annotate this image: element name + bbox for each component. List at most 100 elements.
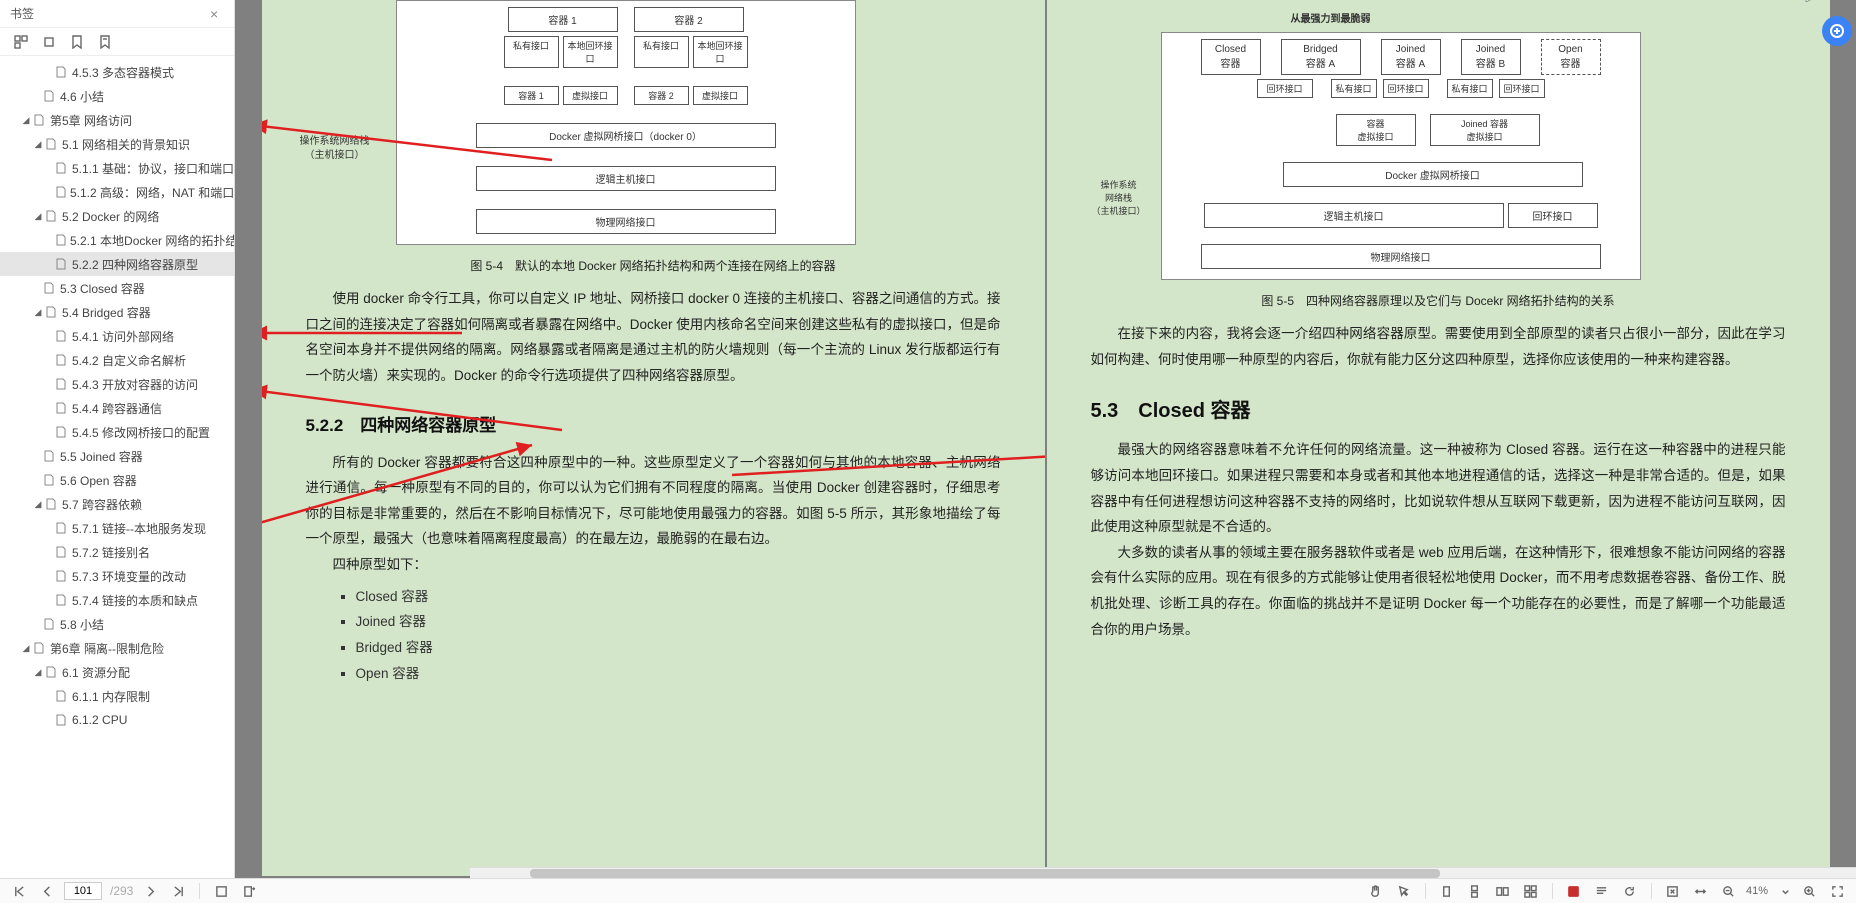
- two-page-icon[interactable]: [1492, 881, 1514, 901]
- tree-arrow-icon[interactable]: ◢: [20, 642, 32, 654]
- tree-item[interactable]: 5.4.1 访问外部网络: [0, 324, 234, 348]
- page-add-icon[interactable]: [238, 881, 260, 901]
- prev-page-button[interactable]: [36, 881, 58, 901]
- tree-item[interactable]: 5.7.3 环境变量的改动: [0, 564, 234, 588]
- bookmark-page-icon: [46, 210, 58, 222]
- scrollbar-thumb[interactable]: [530, 869, 1440, 878]
- tree-item[interactable]: ◢5.2 Docker 的网络: [0, 204, 234, 228]
- bookmark-page-icon: [46, 498, 58, 510]
- tree-item[interactable]: ◢6.1 资源分配: [0, 660, 234, 684]
- tree-item[interactable]: ◢5.4 Bridged 容器: [0, 300, 234, 324]
- two-page-continuous-icon[interactable]: [1520, 881, 1542, 901]
- bookmark-icon[interactable]: [70, 35, 84, 49]
- bookmark-page-icon: [34, 114, 46, 126]
- fit-page-icon[interactable]: [1662, 881, 1684, 901]
- bookmark-page-icon: [56, 546, 68, 558]
- tree-item[interactable]: 6.1.1 内存限制: [0, 684, 234, 708]
- first-page-button[interactable]: [8, 881, 30, 901]
- tree-arrow-icon[interactable]: ◢: [32, 210, 44, 222]
- assistant-badge-icon[interactable]: [1822, 16, 1852, 46]
- figure-caption: 图 5-5 四种网络容器原理以及它们与 Docekr 网络拓扑结构的关系: [1081, 292, 1796, 309]
- bookmark-alt-icon[interactable]: [98, 35, 112, 49]
- tree-item[interactable]: 5.4.2 自定义命名解析: [0, 348, 234, 372]
- select-tool-icon[interactable]: [1393, 881, 1415, 901]
- divider: [1651, 883, 1652, 899]
- tree-item[interactable]: 5.7.2 链接别名: [0, 540, 234, 564]
- dia-box: 逻辑主机接口: [1204, 203, 1504, 228]
- tree-arrow-icon[interactable]: ◢: [20, 114, 32, 126]
- close-icon[interactable]: ×: [210, 7, 224, 21]
- body-paragraph: 使用 docker 命令行工具，你可以自定义 IP 地址、网桥接口 docker…: [306, 286, 1001, 389]
- expand-all-icon[interactable]: [14, 35, 28, 49]
- tree-item[interactable]: 6.1.2 CPU: [0, 708, 234, 732]
- dia-box: 私有接口: [1447, 79, 1493, 98]
- dia-box: Closed 容器: [1201, 39, 1261, 75]
- tree-item[interactable]: 5.5 Joined 容器: [0, 444, 234, 468]
- tree-item[interactable]: ◢5.7 跨容器依赖: [0, 492, 234, 516]
- tree-item-label: 5.5 Joined 容器: [60, 448, 143, 465]
- tree-item[interactable]: ◢第5章 网络访问: [0, 108, 234, 132]
- tree-item[interactable]: 5.2.1 本地Docker 网络的拓扑结构: [0, 228, 234, 252]
- page-view-icon[interactable]: [210, 881, 232, 901]
- zoom-out-button[interactable]: [1718, 881, 1740, 901]
- tree-item[interactable]: 4.6 小结: [0, 84, 234, 108]
- tree-item-label: 5.1 网络相关的背景知识: [62, 136, 190, 153]
- zoom-in-button[interactable]: [1798, 881, 1820, 901]
- bookmark-page-icon: [56, 354, 68, 366]
- tree-item-label: 5.6 Open 容器: [60, 472, 137, 489]
- dia-box: Bridged 容器 A: [1281, 39, 1361, 75]
- bookmarks-tree[interactable]: 4.5.3 多态容器模式4.6 小结◢第5章 网络访问◢5.1 网络相关的背景知…: [0, 56, 234, 903]
- dia-box: 物理网络接口: [476, 209, 776, 234]
- fit-width-icon[interactable]: [1690, 881, 1712, 901]
- divider: [199, 883, 200, 899]
- bookmark-page-icon: [56, 258, 68, 270]
- tree-item[interactable]: 5.2.2 四种网络容器原型: [0, 252, 234, 276]
- tree-item[interactable]: 5.1.2 高级：网络，NAT 和端口转发: [0, 180, 234, 204]
- tree-item[interactable]: ◢ 5.1 网络相关的背景知识: [0, 132, 234, 156]
- bookmark-page-icon: [46, 666, 58, 678]
- tree-item-label: 5.8 小结: [60, 616, 104, 633]
- dia-box: 物理网络接口: [1201, 244, 1601, 269]
- fullscreen-icon[interactable]: [1826, 881, 1848, 901]
- tree-item[interactable]: 5.6 Open 容器: [0, 468, 234, 492]
- rotate-icon[interactable]: [1619, 881, 1641, 901]
- last-page-button[interactable]: [167, 881, 189, 901]
- horizontal-scrollbar[interactable]: [470, 867, 1856, 878]
- tree-arrow-icon[interactable]: ◢: [32, 666, 44, 678]
- tree-item[interactable]: 5.4.3 开放对容器的访问: [0, 372, 234, 396]
- divider: [1425, 883, 1426, 899]
- zoom-dropdown-icon[interactable]: [1774, 881, 1796, 901]
- tree-item-label: 5.1.1 基础：协议，接口和端口: [72, 160, 234, 177]
- next-page-button[interactable]: [139, 881, 161, 901]
- bookmark-page-icon: [46, 138, 58, 150]
- tree-item[interactable]: ◢第6章 隔离--限制危险: [0, 636, 234, 660]
- divider: [1552, 883, 1553, 899]
- bookmark-page-icon: [46, 306, 58, 318]
- pdf-mode-icon[interactable]: [1563, 881, 1585, 901]
- tree-item[interactable]: 5.4.4 跨容器通信: [0, 396, 234, 420]
- collapse-all-icon[interactable]: [42, 35, 56, 49]
- tree-item[interactable]: 4.5.3 多态容器模式: [0, 60, 234, 84]
- single-page-icon[interactable]: [1436, 881, 1458, 901]
- dia-box: Joined 容器 B: [1461, 39, 1521, 75]
- tree-arrow-icon[interactable]: ◢: [32, 498, 44, 510]
- dia-box: 私有接口: [1331, 79, 1377, 98]
- tree-item[interactable]: 5.1.1 基础：协议，接口和端口: [0, 156, 234, 180]
- tree-item[interactable]: 5.7.4 链接的本质和缺点: [0, 588, 234, 612]
- tree-item[interactable]: 5.8 小结: [0, 612, 234, 636]
- reflow-icon[interactable]: [1591, 881, 1613, 901]
- page-number-input[interactable]: [64, 882, 102, 900]
- figure-caption: 图 5-4 默认的本地 Docker 网络拓扑结构和两个连接在网络上的容器: [296, 257, 1011, 274]
- tree-item[interactable]: 5.7.1 链接--本地服务发现: [0, 516, 234, 540]
- document-viewport[interactable]: 操作系统网络栈 （主机接口） 容器 1 容器 2 私有接口 本地回环接口 私有接…: [235, 0, 1856, 878]
- tree-arrow-icon[interactable]: ◢: [32, 138, 44, 150]
- diagram-top-arrow: [1406, 0, 1826, 2]
- tree-item-label: 5.1.2 高级：网络，NAT 和端口转发: [70, 184, 234, 201]
- hand-tool-icon[interactable]: [1365, 881, 1387, 901]
- continuous-page-icon[interactable]: [1464, 881, 1486, 901]
- bookmark-page-icon: [56, 330, 68, 342]
- tree-item[interactable]: 5.3 Closed 容器: [0, 276, 234, 300]
- tree-item-label: 5.4.3 开放对容器的访问: [72, 376, 198, 393]
- tree-item[interactable]: 5.4.5 修改网桥接口的配置: [0, 420, 234, 444]
- tree-arrow-icon[interactable]: ◢: [32, 306, 44, 318]
